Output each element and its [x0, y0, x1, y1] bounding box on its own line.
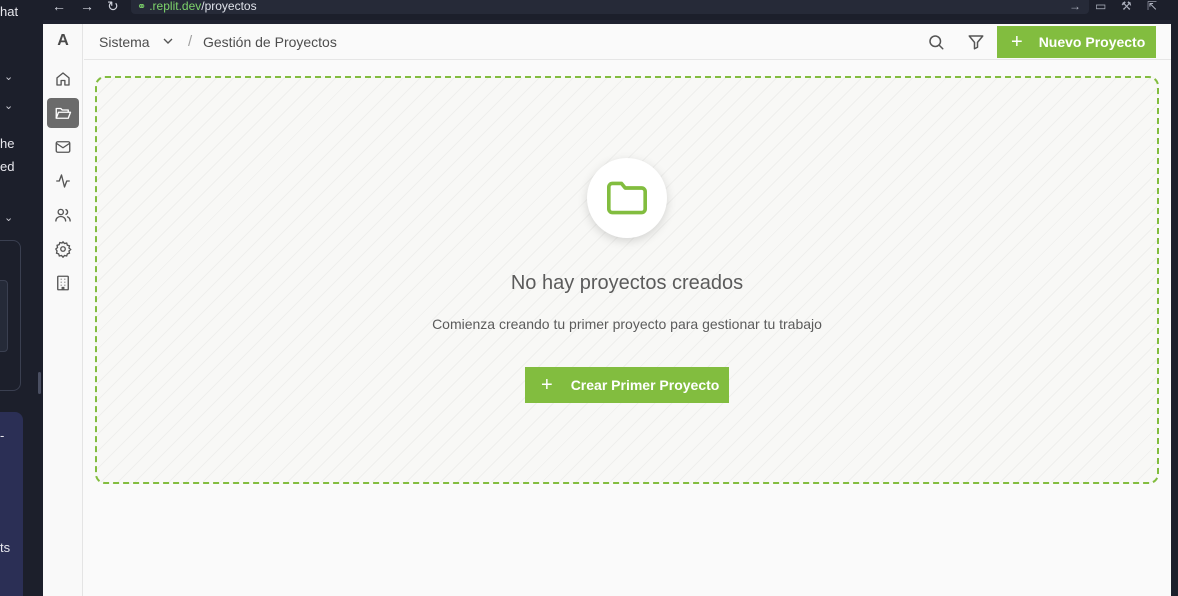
- chat-panel: hat ⌄ ⌄ he ed ⌄ - ts: [0, 0, 43, 596]
- chat-card-inner: [0, 280, 8, 352]
- window-edge: [1171, 20, 1178, 596]
- forward-arrow-icon[interactable]: →: [80, 0, 94, 14]
- create-first-project-label: Crear Primer Proyecto: [570, 377, 720, 393]
- new-project-button[interactable]: + Nuevo Proyecto: [997, 26, 1156, 58]
- empty-state-dropzone: No hay proyectos creados Comienza creand…: [95, 76, 1159, 484]
- chat-fragment-text: hat: [0, 4, 19, 19]
- filter-icon[interactable]: [967, 33, 985, 51]
- chat-fragment-text: he: [0, 136, 15, 151]
- wrench-icon[interactable]: ⚒: [1121, 0, 1132, 12]
- chat-fragment-text: ts: [0, 540, 11, 555]
- app-window: A Sistema / Gestión de Proyectos + Nuevo…: [43, 24, 1171, 596]
- back-arrow-icon[interactable]: ←: [52, 0, 66, 14]
- empty-state-icon-circle: [587, 158, 667, 238]
- empty-state-subtitle: Comienza creando tu primer proyecto para…: [432, 316, 822, 332]
- url-path: /proyectos: [201, 0, 257, 13]
- create-first-project-button[interactable]: + Crear Primer Proyecto: [525, 367, 729, 403]
- app-logo[interactable]: A: [43, 32, 83, 50]
- settings-icon[interactable]: [47, 234, 79, 264]
- chat-fragment-text: ed: [0, 159, 15, 174]
- folder-icon[interactable]: [47, 98, 79, 128]
- resize-handle[interactable]: [38, 372, 41, 394]
- mail-icon[interactable]: [47, 132, 79, 162]
- url-host: .replit.dev: [149, 0, 202, 13]
- go-arrow-icon[interactable]: →: [1069, 0, 1081, 12]
- breadcrumb-current: Gestión de Proyectos: [203, 34, 337, 50]
- folder-icon: [606, 181, 647, 215]
- breadcrumb-separator: /: [188, 33, 193, 50]
- external-link-icon[interactable]: ⇱: [1147, 0, 1157, 12]
- reload-icon[interactable]: ↻: [107, 0, 119, 14]
- chevron-down-icon[interactable]: ⌄: [4, 211, 13, 224]
- chevron-down-icon[interactable]: ⌄: [4, 70, 13, 83]
- browser-toolbar: ← → ↻ ⚭ .replit.dev/proyectos → ▭ ⚒ ⇱: [43, 0, 1178, 20]
- link-icon: ⚭: [137, 1, 147, 13]
- activity-icon[interactable]: [47, 166, 79, 196]
- home-icon[interactable]: [47, 64, 79, 94]
- building-icon[interactable]: [47, 268, 79, 298]
- plus-icon: +: [541, 374, 553, 396]
- chevron-down-icon[interactable]: [160, 33, 176, 49]
- address-bar[interactable]: ⚭ .replit.dev/proyectos: [131, 0, 1089, 14]
- users-icon[interactable]: [47, 200, 79, 230]
- search-icon[interactable]: [927, 33, 945, 51]
- breadcrumb-root[interactable]: Sistema: [99, 34, 150, 50]
- monitor-icon[interactable]: ▭: [1095, 0, 1106, 12]
- plus-icon: +: [1011, 31, 1023, 53]
- page-header: Sistema / Gestión de Proyectos + Nuevo P…: [84, 24, 1171, 60]
- empty-state-title: No hay proyectos creados: [510, 272, 744, 294]
- chevron-down-icon[interactable]: ⌄: [4, 99, 13, 112]
- new-project-label: Nuevo Proyecto: [1038, 34, 1146, 50]
- sidebar: A: [43, 24, 83, 596]
- chat-fragment-text: -: [0, 428, 5, 443]
